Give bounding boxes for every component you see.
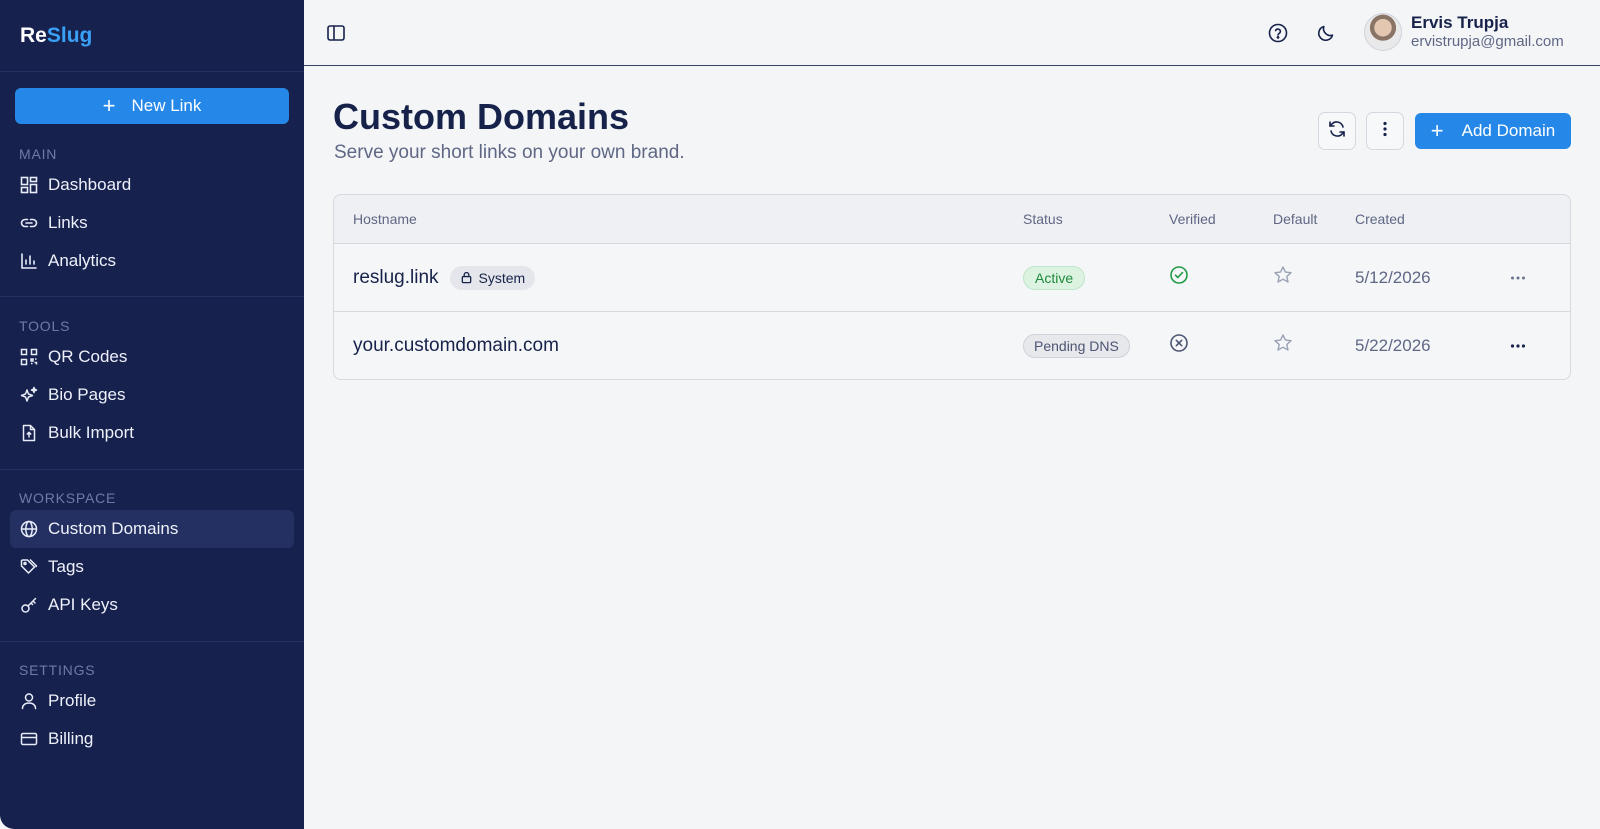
created-date: 5/12/2026 — [1355, 267, 1431, 287]
more-vertical-icon — [1375, 119, 1395, 144]
user-menu[interactable]: Ervis Trupja ervistrupja@gmail.com — [1364, 12, 1564, 51]
sidebar-item-label: API Keys — [48, 595, 118, 614]
sidebar-item-label: Links — [48, 213, 88, 232]
globe-icon — [19, 519, 39, 539]
avatar — [1364, 12, 1402, 51]
table-header: Hostname Status Verified Default Created — [334, 195, 1570, 244]
section-title-main: MAIN — [19, 146, 58, 162]
refresh-icon — [1327, 119, 1347, 144]
page-subtitle: Serve your short links on your own brand… — [334, 142, 685, 163]
new-link-label: New Link — [131, 96, 202, 115]
sidebar-divider — [0, 641, 304, 642]
more-options-button[interactable] — [1366, 112, 1404, 150]
column-header-created: Created — [1355, 211, 1405, 227]
credit-card-icon — [19, 729, 39, 749]
column-header-default: Default — [1273, 211, 1318, 227]
star-icon[interactable] — [1273, 333, 1293, 358]
sidebar-item-dashboard[interactable]: Dashboard — [0, 166, 304, 204]
file-upload-icon — [19, 423, 39, 443]
page-title: Custom Domains — [333, 96, 630, 137]
table-row[interactable]: your.customdomain.com Pending DNS 5/22/2… — [334, 312, 1570, 379]
refresh-button[interactable] — [1318, 112, 1356, 150]
link-icon — [19, 213, 39, 233]
add-domain-label: Add Domain — [1461, 121, 1556, 140]
topbar: Ervis Trupja ervistrupja@gmail.com — [304, 0, 1600, 66]
sparkles-icon — [19, 385, 39, 405]
plus-icon: + — [102, 93, 116, 118]
plus-icon: + — [1430, 118, 1444, 143]
sidebar-divider — [0, 296, 304, 297]
sidebar-item-billing[interactable]: Billing — [0, 720, 304, 758]
sidebar-item-analytics[interactable]: Analytics — [0, 242, 304, 280]
help-icon[interactable] — [1267, 22, 1289, 44]
sidebar-item-label: Billing — [48, 729, 94, 748]
sidebar-item-label: Dashboard — [48, 175, 132, 194]
sidebar-item-links[interactable]: Links — [0, 204, 304, 242]
sidebar-item-label: Custom Domains — [48, 519, 179, 538]
user-name: Ervis Trupja — [1411, 13, 1509, 32]
brand-part-slug: Slug — [46, 23, 93, 47]
key-icon — [19, 595, 39, 615]
sidebar-item-tags[interactable]: Tags — [0, 548, 304, 586]
section-title-settings: SETTINGS — [19, 662, 96, 678]
sidebar-item-label: Analytics — [48, 251, 117, 270]
system-badge: System — [449, 265, 536, 290]
sidebar-item-profile[interactable]: Profile — [0, 682, 304, 720]
column-header-status: Status — [1023, 211, 1063, 227]
brand-part-re: Re — [20, 23, 47, 47]
domains-table: Hostname Status Verified Default Created… — [333, 194, 1571, 380]
table-row[interactable]: reslug.link System Active 5/12/2026 — [334, 244, 1570, 312]
system-badge-label: System — [478, 269, 526, 286]
sidebar-item-label: Profile — [48, 691, 97, 710]
unverified-x-icon — [1169, 333, 1189, 358]
sidebar: Re Slug + New Link MAIN Dashboard Links A… — [0, 0, 304, 829]
sidebar-item-label: QR Codes — [48, 347, 128, 366]
new-link-button[interactable]: + New Link — [15, 88, 289, 124]
verified-check-icon — [1169, 265, 1189, 290]
sidebar-item-label: Tags — [48, 557, 84, 576]
section-title-workspace: WORKSPACE — [19, 490, 117, 506]
status-badge: Pending DNS — [1023, 333, 1130, 358]
user-email: ervistrupja@gmail.com — [1411, 33, 1564, 50]
sidebar-divider — [0, 469, 304, 470]
add-domain-button[interactable]: + Add Domain — [1415, 113, 1571, 149]
dark-mode-moon-icon[interactable] — [1315, 22, 1337, 44]
column-header-verified: Verified — [1169, 211, 1216, 227]
sidebar-item-bio-pages[interactable]: Bio Pages — [0, 376, 304, 414]
sidebar-item-qr-codes[interactable]: QR Codes — [0, 338, 304, 376]
status-badge: Active — [1023, 265, 1086, 290]
bar-chart-icon — [19, 251, 39, 271]
tags-icon — [19, 557, 39, 577]
star-icon[interactable] — [1273, 265, 1293, 290]
sidebar-section-tools: TOOLS QR Codes Bio Pages Bulk Import — [0, 316, 304, 452]
sidebar-item-custom-domains[interactable]: Custom Domains — [0, 510, 304, 548]
sidebar-section-main: MAIN Dashboard Links Analytics — [0, 144, 304, 280]
section-title-tools: TOOLS — [19, 318, 71, 334]
user-icon — [19, 691, 39, 711]
sidebar-item-label: Bulk Import — [48, 423, 134, 442]
created-date: 5/22/2026 — [1355, 335, 1431, 355]
sidebar-section-workspace: WORKSPACE Custom Domains Tags API Keys — [0, 488, 304, 624]
brand-logo[interactable]: Re Slug — [0, 0, 304, 72]
sidebar-item-bulk-import[interactable]: Bulk Import — [0, 414, 304, 452]
more-horizontal-icon[interactable] — [1506, 334, 1530, 358]
column-header-hostname: Hostname — [353, 211, 417, 227]
qr-code-icon — [19, 347, 39, 367]
hostname: reslug.link — [353, 266, 439, 288]
sidebar-section-settings: SETTINGS Profile Billing — [0, 660, 304, 758]
sidebar-item-label: Bio Pages — [48, 385, 126, 404]
hostname: your.customdomain.com — [353, 334, 559, 356]
lock-icon — [461, 271, 471, 284]
sidebar-item-api-keys[interactable]: API Keys — [0, 586, 304, 624]
more-horizontal-icon[interactable] — [1506, 266, 1530, 290]
sidebar-toggle-icon[interactable] — [326, 23, 346, 43]
dashboard-icon — [19, 175, 39, 195]
